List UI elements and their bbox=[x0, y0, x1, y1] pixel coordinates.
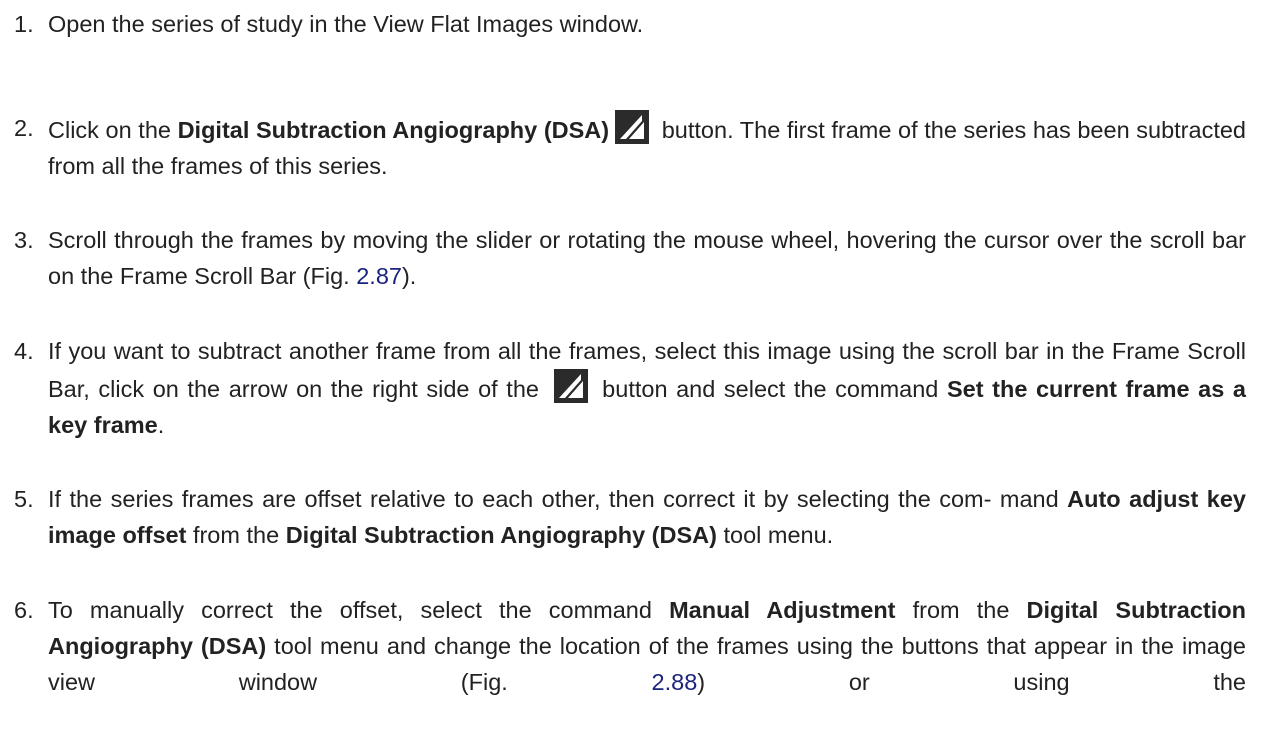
step-text: Open the series of study in the View Fla… bbox=[48, 6, 1246, 42]
step-text: If you want to subtract another frame fr… bbox=[48, 333, 1246, 443]
step-4-post: . bbox=[157, 412, 165, 438]
figure-link-2-87[interactable]: 2.87 bbox=[356, 263, 402, 289]
step-3-pre: Scroll through the frames by moving the … bbox=[48, 227, 1246, 289]
dsa-tool-name: Digital Subtraction Angiography (DSA) bbox=[177, 117, 610, 143]
step-6-post: ) or using the bbox=[697, 669, 1246, 695]
step-text: Scroll through the frames by moving the … bbox=[48, 222, 1246, 294]
step-number: 3. bbox=[14, 227, 34, 253]
step-6-pre: To manually correct the offset, select t… bbox=[48, 597, 670, 623]
step-6: 6. To manually correct the offset, selec… bbox=[14, 592, 1246, 700]
step-2-pre: Click on the bbox=[48, 117, 178, 143]
document-page: 1. Open the series of study in the View … bbox=[0, 0, 1268, 731]
step-number: 1. bbox=[14, 11, 34, 37]
step-5-pre: If the series frames are offset relative… bbox=[48, 486, 1068, 512]
step-text: Click on the Digital Subtraction Angiogr… bbox=[48, 110, 1246, 184]
step-2: 2. Click on the Digital Subtraction Angi… bbox=[14, 110, 1246, 184]
step-text: If the series frames are offset relative… bbox=[48, 481, 1246, 553]
step-5-mid: from the bbox=[186, 522, 286, 548]
step-number: 6. bbox=[14, 597, 34, 623]
step-6-mid: from the bbox=[895, 597, 1027, 623]
dsa-tool-name: Digital Subtraction Angiography (DSA) bbox=[285, 522, 717, 548]
command-manual-adjustment: Manual Adjustment bbox=[669, 597, 896, 623]
dsa-subtraction-icon bbox=[553, 369, 588, 403]
step-1: 1. Open the series of study in the View … bbox=[14, 6, 1246, 42]
dsa-subtraction-icon bbox=[615, 110, 650, 144]
step-5-post: tool menu. bbox=[716, 522, 834, 548]
step-number: 4. bbox=[14, 338, 34, 364]
step-4: 4. If you want to subtract another frame… bbox=[14, 333, 1246, 443]
step-number: 5. bbox=[14, 486, 34, 512]
step-text: To manually correct the offset, select t… bbox=[48, 592, 1246, 700]
step-4-mid: button and select the command bbox=[593, 376, 947, 402]
step-1-text: Open the series of study in the View Fla… bbox=[48, 11, 644, 37]
step-number: 2. bbox=[14, 115, 34, 141]
figure-link-2-88[interactable]: 2.88 bbox=[652, 669, 698, 695]
step-3-post: ). bbox=[401, 263, 417, 289]
step-3: 3. Scroll through the frames by moving t… bbox=[14, 222, 1246, 294]
step-5: 5. If the series frames are offset relat… bbox=[14, 481, 1246, 553]
